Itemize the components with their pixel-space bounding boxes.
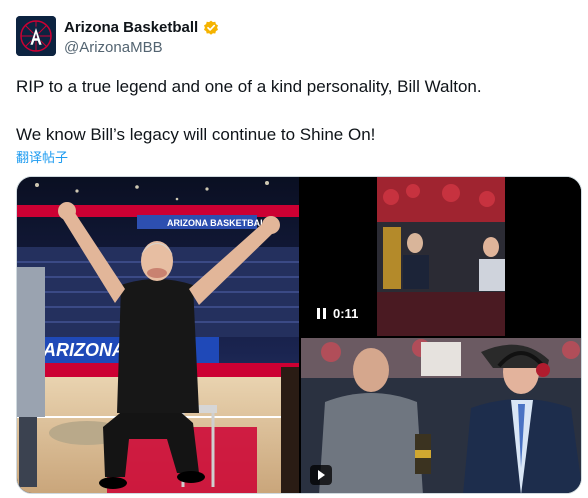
play-icon	[318, 470, 325, 480]
clip-courtside-tile[interactable]	[301, 338, 581, 493]
tweet-text-line-2: We know Bill’s legacy will continue to S…	[16, 125, 376, 144]
account-name[interactable]: Arizona Basketball	[64, 19, 198, 37]
media-grid: ARIZONA BASKETBALL ARIZONA 0:11	[16, 176, 582, 494]
tweet-text-line-1: RIP to a true legend and one of a kind p…	[16, 77, 482, 96]
video-tile[interactable]: 0:11	[301, 177, 581, 336]
video-duration: 0:11	[333, 306, 359, 321]
svg-text:ARIZONA: ARIZONA	[42, 340, 125, 360]
video-duration-badge: 0:11	[310, 303, 366, 325]
verified-badge-icon	[204, 20, 218, 35]
clip-thumbnail	[301, 338, 581, 493]
photo-bill-walton-court[interactable]: ARIZONA BASKETBALL ARIZONA	[17, 177, 299, 493]
translate-link[interactable]: 翻译帖子	[16, 150, 68, 166]
avatar[interactable]	[16, 16, 56, 56]
pause-icon[interactable]	[317, 308, 327, 319]
photo-image: ARIZONA BASKETBALL ARIZONA	[17, 177, 299, 493]
arizona-logo-icon	[16, 16, 56, 56]
account-handle[interactable]: @ArizonaMBB	[64, 39, 163, 57]
banner-text: ARIZONA BASKETBALL	[167, 218, 272, 228]
play-badge[interactable]	[310, 465, 332, 485]
